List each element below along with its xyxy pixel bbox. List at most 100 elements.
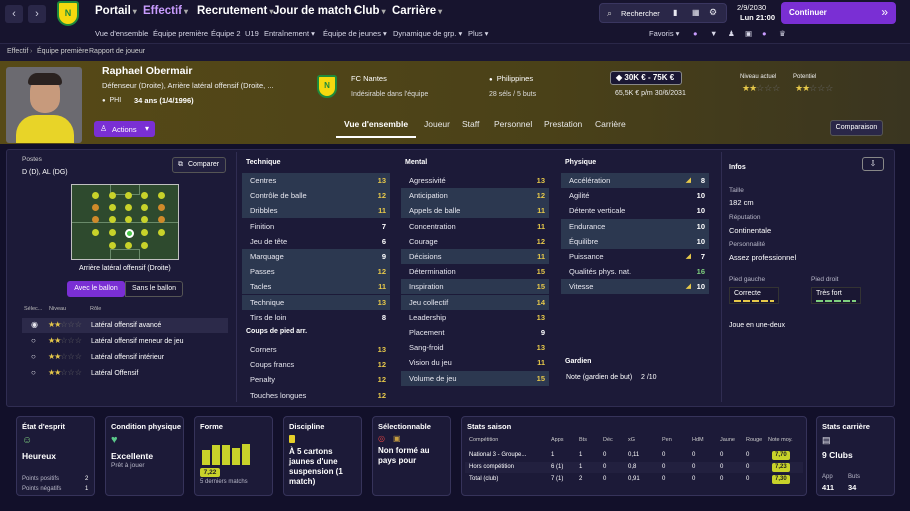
team-icon[interactable]: ♟: [728, 29, 735, 38]
calendar-icon[interactable]: ▦: [692, 8, 700, 17]
subnav-equipe-2[interactable]: Équipe 2: [211, 29, 241, 38]
without-ball-toggle[interactable]: Sans le ballon: [125, 281, 183, 297]
career-card[interactable]: Stats carrière ▤ 9 Clubs App 411 Buts 34: [816, 416, 895, 496]
radio-icon[interactable]: ○: [31, 336, 36, 345]
attribute-value: 10: [696, 221, 705, 231]
subnav-u19[interactable]: U19: [245, 29, 259, 38]
radio-icon[interactable]: ○: [31, 352, 36, 361]
trophy-icon[interactable]: ♛: [779, 29, 786, 38]
search-button[interactable]: Rechercher: [621, 9, 660, 18]
back-icon[interactable]: ‹: [5, 5, 23, 23]
attribute-row[interactable]: Technique 13: [242, 294, 390, 310]
tab-joueur[interactable]: Joueur: [424, 119, 450, 129]
attribute-row[interactable]: Coups francs 12: [242, 357, 390, 372]
attribute-row[interactable]: Marquage 9: [242, 249, 390, 264]
subnav-equipe-premiere[interactable]: Équipe première: [153, 29, 208, 38]
attribute-row[interactable]: Équilibre 10: [561, 233, 709, 249]
attribute-row[interactable]: Puissance 7 ◢: [561, 249, 709, 264]
inbox-icon[interactable]: ▮: [673, 8, 677, 17]
club-logo[interactable]: N: [57, 1, 79, 26]
breadcrumb-equipe[interactable]: Équipe première: [37, 48, 88, 55]
attribute-row[interactable]: Corners 13: [242, 342, 390, 357]
tab-vue-ensemble[interactable]: Vue d'ensemble: [344, 119, 408, 129]
attribute-row[interactable]: Vitesse 10 ◢: [561, 279, 709, 295]
attribute-row[interactable]: Volume de jeu 15: [401, 370, 549, 386]
radio-selected-icon[interactable]: ◉: [31, 320, 38, 329]
nation[interactable]: ● Philippines: [489, 74, 533, 83]
attribute-row[interactable]: Contrôle de balle 12: [242, 188, 390, 204]
nav-effectif[interactable]: Effectif ▾: [143, 5, 188, 17]
subnav-entrainement[interactable]: Entraînement ▾: [264, 29, 315, 38]
attribute-row[interactable]: Courage 12: [401, 234, 549, 249]
attribute-row[interactable]: Leadership 13: [401, 310, 549, 325]
nav-club[interactable]: Club ▾: [354, 5, 386, 17]
club-name[interactable]: FC Nantes: [351, 74, 387, 83]
attribute-row[interactable]: Inspiration 15: [401, 279, 549, 295]
attribute-row[interactable]: Anticipation 12: [401, 188, 549, 204]
attribute-row[interactable]: Jeu de tête 6: [242, 234, 390, 249]
subnav-vue-ensemble[interactable]: Vue d'ensemble: [95, 29, 148, 38]
attribute-row[interactable]: Dribbles 11: [242, 203, 390, 219]
shirt-icon[interactable]: ▼: [710, 29, 717, 38]
nav-recrutement[interactable]: Recrutement ▾: [197, 5, 273, 17]
role-row-1[interactable]: ◉ ★★☆☆☆ Latéral offensif avancé: [22, 318, 228, 333]
comparison-button[interactable]: Comparaison: [830, 120, 883, 136]
attribute-row[interactable]: Concentration 11: [401, 219, 549, 234]
attribute-row[interactable]: Vision du jeu 11: [401, 355, 549, 370]
subnav-dynamique[interactable]: Dynamique de grp. ▾: [393, 29, 462, 38]
continue-button[interactable]: Continuer »: [781, 2, 896, 24]
radio-icon[interactable]: ○: [31, 368, 36, 377]
subnav-plus[interactable]: Plus ▾: [468, 29, 488, 38]
breadcrumb-effectif[interactable]: Effectif: [7, 48, 28, 55]
attribute-row[interactable]: Appels de balle 11: [401, 203, 549, 219]
attribute-row[interactable]: Accélération 8 ◢: [561, 173, 709, 188]
attribute-row[interactable]: Décisions 11: [401, 249, 549, 264]
attribute-row[interactable]: Agressivité 13: [401, 173, 549, 188]
role-row-2[interactable]: ○ ★★☆☆☆ Latéral offensif meneur de jeu: [22, 334, 228, 349]
attribute-row[interactable]: Agilité 10: [561, 188, 709, 203]
attribute-row[interactable]: Finition 7: [242, 219, 390, 234]
subnav-equipe-jeunes[interactable]: Équipe de jeunes ▾: [323, 29, 387, 38]
height-label: Taille: [729, 187, 744, 194]
attribute-row[interactable]: Passes 12: [242, 264, 390, 280]
actions-button[interactable]: ♙ Actions ▾: [94, 121, 155, 137]
attribute-row[interactable]: Endurance 10: [561, 218, 709, 234]
favorite-icon[interactable]: ●: [693, 29, 698, 38]
nav-portail[interactable]: Portail ▾: [95, 5, 137, 17]
tactics-icon[interactable]: ▣: [745, 29, 752, 38]
selectable-card[interactable]: Sélectionnable ◎ ▣ Non formé au pays pou…: [372, 416, 451, 496]
attribute-row[interactable]: Touches longues 12: [242, 388, 390, 403]
discipline-card[interactable]: Discipline À 5 cartons jaunes d'une susp…: [283, 416, 362, 496]
attribute-row[interactable]: Placement 9: [401, 325, 549, 340]
nav-carriere[interactable]: Carrière ▾: [392, 5, 442, 17]
club-badge-icon[interactable]: N: [317, 75, 337, 98]
attribute-row[interactable]: Penalty 12: [242, 372, 390, 387]
attribute-row[interactable]: Détente verticale 10: [561, 203, 709, 218]
info-download-icon[interactable]: ⇩: [862, 157, 884, 171]
morale-card[interactable]: État d'esprit ☺ Heureux Points positifs …: [16, 416, 95, 496]
forward-icon[interactable]: ›: [28, 5, 46, 23]
favoris-menu[interactable]: Favoris ▾: [649, 29, 679, 38]
gear-icon[interactable]: ⚙: [709, 7, 717, 18]
form-card[interactable]: Forme 7,22 5 derniers matchs: [194, 416, 273, 496]
season-stats-card[interactable]: Stats saison Compétition Apps Bts Déc xG Pen H…: [461, 416, 807, 496]
search-icon[interactable]: ⌕: [607, 8, 612, 19]
nav-jour-de-match[interactable]: Jour de match ▾: [273, 5, 358, 17]
attribute-row[interactable]: Détermination 15: [401, 264, 549, 279]
badge-icon[interactable]: ●: [762, 29, 767, 38]
role-row-4[interactable]: ○ ★★☆☆☆ Latéral Offensif: [22, 366, 228, 381]
attribute-row[interactable]: Tirs de loin 8: [242, 310, 390, 325]
tab-personnel[interactable]: Personnel: [494, 119, 532, 129]
attribute-row[interactable]: Tacles 11: [242, 279, 390, 295]
attribute-row[interactable]: Sang-froid 13: [401, 340, 549, 355]
role-row-3[interactable]: ○ ★★☆☆☆ Latéral offensif intérieur: [22, 350, 228, 365]
with-ball-toggle[interactable]: Avec le ballon: [67, 281, 125, 297]
tab-staff[interactable]: Staff: [462, 119, 479, 129]
condition-card[interactable]: Condition physique ♥ Excellente Prêt à j…: [105, 416, 184, 496]
tab-prestation[interactable]: Prestation: [544, 119, 582, 129]
tab-carriere[interactable]: Carrière: [595, 119, 626, 129]
compare-button[interactable]: ⧉ Comparer: [172, 157, 226, 173]
attribute-row[interactable]: Qualités phys. nat. 16: [561, 264, 709, 279]
attribute-row[interactable]: Jeu collectif 14: [401, 294, 549, 310]
attribute-row[interactable]: Centres 13: [242, 173, 390, 188]
